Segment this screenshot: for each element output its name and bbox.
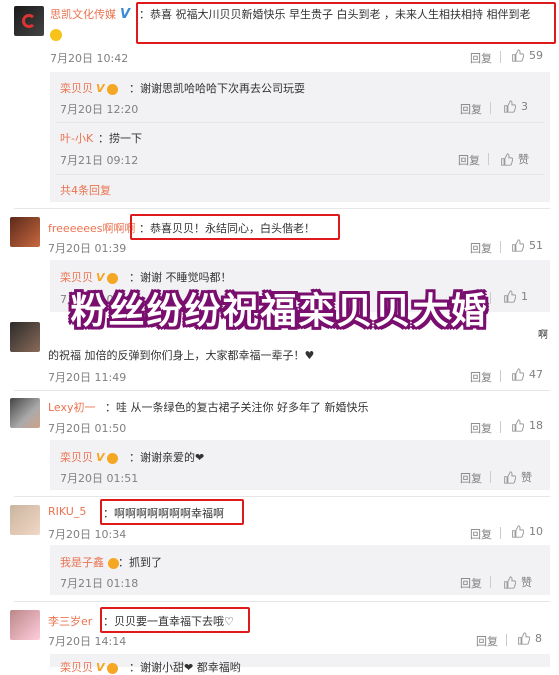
like-button[interactable]: 47 [511, 368, 543, 381]
vip-v-icon: V [96, 82, 105, 95]
comment-text: ：谢谢思凯哈哈哈下次再去公司玩耍 [129, 82, 305, 95]
comment-username[interactable]: Lexy初一 [48, 399, 96, 415]
divider [490, 576, 491, 588]
comment-username[interactable]: 栾贝贝 V [60, 449, 118, 465]
like-button[interactable]: 59 [511, 49, 543, 62]
divider [506, 634, 507, 646]
reply-button[interactable]: 回复 [470, 240, 492, 256]
comment-time: 7月20日 10:42 [50, 52, 129, 65]
comment-text: ：捞一下 [98, 132, 142, 145]
comment-username[interactable]: 栾贝贝 V [60, 659, 118, 675]
vip-badge-icon [106, 452, 118, 464]
thumbs-up-icon [512, 525, 524, 538]
reply-button[interactable]: 回复 [470, 526, 492, 542]
comment-username[interactable]: RIKU_5 [48, 505, 86, 518]
thumbs-up-icon [518, 632, 530, 645]
reply-button[interactable]: 回复 [470, 420, 492, 436]
reply-button[interactable]: 回复 [476, 633, 498, 649]
divider [500, 241, 501, 253]
more-replies-link[interactable]: 共4条回复 [60, 182, 111, 198]
divider [500, 421, 501, 433]
divider [500, 527, 501, 539]
thumbs-up-icon [504, 100, 516, 113]
comment-username[interactable]: freeeeees啊啊啊 [48, 220, 136, 236]
vip-v-icon: V [96, 661, 105, 674]
highlight-box [130, 214, 340, 240]
comment-text: ：谢谢小甜❤ 都幸福哟 [129, 661, 241, 674]
divider [488, 153, 489, 165]
vip-badge-icon [106, 662, 118, 674]
divider [56, 174, 544, 175]
comment-time: 7月20日 01:50 [48, 422, 127, 435]
like-button[interactable]: 10 [511, 525, 543, 538]
like-button[interactable]: 赞 [503, 469, 532, 485]
divider [14, 390, 550, 391]
thumbs-up-icon [512, 368, 524, 381]
comment-time: 7月20日 14:14 [48, 635, 127, 648]
comment-time: 7月20日 01:39 [48, 242, 127, 255]
comment-text: ：谢谢亲爱的❤ [129, 451, 205, 464]
thumbs-up-icon [504, 575, 516, 589]
emoji-icon [50, 28, 62, 41]
overlay-caption: 粉丝纷纷祝福栾贝贝大婚 [70, 291, 489, 332]
reply-button[interactable]: 回复 [470, 50, 492, 66]
comment-time: 7月20日 01:51 [60, 472, 139, 485]
like-button[interactable]: 51 [511, 239, 543, 252]
thumbs-up-icon [501, 152, 513, 166]
avatar[interactable] [10, 505, 40, 535]
reply-button[interactable]: 回复 [460, 575, 482, 591]
verified-icon: V [120, 7, 131, 22]
thumbs-up-icon [504, 470, 516, 484]
divider [500, 370, 501, 382]
comment-time: 7月21日 01:18 [60, 577, 139, 590]
comment-username[interactable]: 叶-小K [60, 130, 93, 146]
comment-username[interactable]: 栾贝贝 V [60, 80, 118, 96]
comment-time: 7月20日 12:20 [60, 103, 139, 116]
comment-time: 7月20日 10:34 [48, 528, 127, 541]
highlight-box [136, 2, 556, 44]
comment-time: 7月21日 09:12 [60, 154, 139, 167]
divider [14, 496, 550, 497]
comment-text: ：哇 从一条绿色的复古裙子关注你 好多年了 新婚快乐 [105, 401, 369, 414]
like-button[interactable]: 8 [517, 632, 542, 645]
comment-username[interactable]: 李三岁er [48, 613, 92, 629]
reply-panel [50, 654, 550, 667]
comment-username[interactable]: 我是子鑫 [60, 554, 119, 570]
vip-badge-icon [106, 83, 118, 95]
reply-button[interactable]: 回复 [460, 470, 482, 486]
reply-button[interactable]: 回复 [458, 152, 480, 168]
divider [14, 208, 550, 209]
avatar[interactable] [10, 398, 40, 428]
highlight-box [100, 499, 244, 525]
thumbs-up-icon [512, 49, 524, 62]
avatar[interactable] [10, 217, 40, 247]
vip-v-icon: V [96, 451, 105, 464]
avatar[interactable] [14, 6, 44, 36]
divider [490, 102, 491, 114]
comment-text: ：抓到了 [118, 556, 162, 569]
divider [490, 471, 491, 483]
highlight-box [100, 607, 250, 633]
comment-username[interactable]: 思凯文化传媒 V [50, 6, 130, 22]
divider [500, 51, 501, 63]
reply-button[interactable]: 回复 [470, 369, 492, 385]
like-button[interactable]: 赞 [503, 574, 532, 590]
divider [56, 122, 544, 123]
thumbs-up-icon [512, 419, 524, 432]
like-button[interactable]: 赞 [500, 151, 529, 167]
comment-time: 7月20日 11:49 [48, 371, 127, 384]
thumbs-up-icon [512, 239, 524, 252]
avatar[interactable] [10, 610, 40, 640]
like-button[interactable]: 3 [503, 100, 528, 113]
comment-text: 的祝福 加倍的反弹到你们身上，大家都幸福一辈子！♥ [48, 349, 315, 362]
like-button[interactable]: 18 [511, 419, 543, 432]
divider [14, 601, 550, 602]
reply-button[interactable]: 回复 [460, 101, 482, 117]
